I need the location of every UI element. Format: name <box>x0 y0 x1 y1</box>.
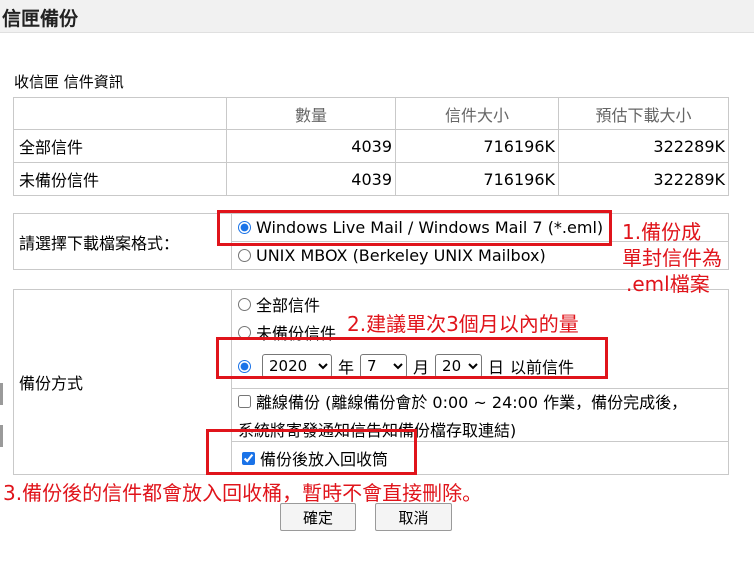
row-download-size: 322289K <box>558 162 729 196</box>
annotation-note-3: 3.備份後的信件都會放入回收桶，暫時不會直接刪除。 <box>3 481 483 505</box>
table-header-row: 數量 信件大小 預估下載大小 <box>13 97 729 130</box>
header-download-size: 預估下載大小 <box>558 97 729 130</box>
range-all-label: 全部信件 <box>256 296 321 315</box>
row-count: 4039 <box>226 162 396 196</box>
row-count: 4039 <box>226 129 396 163</box>
table-row: 未備份信件 4039 716196K 322289K <box>13 162 729 196</box>
mailbox-info-table: 數量 信件大小 預估下載大小 全部信件 4039 716196K 322289K… <box>13 97 729 196</box>
cancel-button[interactable]: 取消 <box>375 503 452 531</box>
page-title: 信匣備份 <box>2 8 79 30</box>
row-name: 未備份信件 <box>13 162 227 196</box>
title-bar: 信匣備份 <box>0 0 754 33</box>
header-blank <box>13 97 227 130</box>
table-row: 全部信件 4039 716196K 322289K <box>13 129 729 163</box>
row-download-size: 322289K <box>558 129 729 163</box>
offline-backup-text-1: 離線備份 (離線備份會於 0:00 ~ 24:00 作業，備份完成後， <box>256 393 688 412</box>
header-size: 信件大小 <box>395 97 559 130</box>
format-mbox-radio[interactable] <box>238 249 251 262</box>
range-all-radio[interactable] <box>238 297 251 311</box>
mailbox-info-label: 收信匣 信件資訊 <box>14 73 124 91</box>
window-edge-mark <box>0 425 3 447</box>
header-count: 數量 <box>226 97 396 130</box>
annotation-note-2: 2.建議單次3個月以內的量 <box>347 312 579 336</box>
backup-method-label: 備份方式 <box>13 289 232 475</box>
offline-backup-checkbox[interactable] <box>238 394 251 408</box>
annotation-box-format <box>217 210 612 246</box>
row-size: 716196K <box>395 162 559 196</box>
annotation-note-1: 1.備份成 單封信件為 .eml檔案 <box>622 220 722 296</box>
row-size: 716196K <box>395 129 559 163</box>
annotation-box-date <box>216 337 608 379</box>
format-label: 請選擇下載檔案格式： <box>13 213 232 270</box>
annotation-box-recycle <box>206 429 417 475</box>
confirm-button[interactable]: 確定 <box>280 503 356 531</box>
window-edge-mark <box>0 383 3 405</box>
format-mbox-label: UNIX MBOX (Berkeley UNIX Mailbox) <box>256 246 546 265</box>
row-name: 全部信件 <box>13 129 227 163</box>
